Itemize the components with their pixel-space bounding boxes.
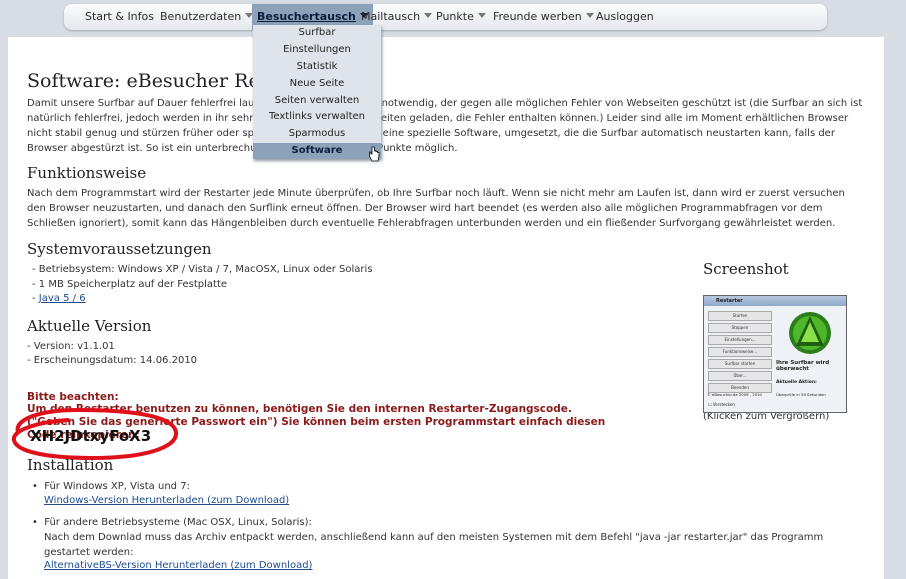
main-nav: Start & Infos Benutzerdaten Besuchertaus… (64, 4, 827, 30)
install-other-label: • Für andere Betriebsysteme (Mac OSX, Li… (32, 517, 312, 528)
dropdown-item-sparmodus[interactable]: Sparmodus (253, 126, 381, 142)
nav-start-infos[interactable]: Start & Infos (85, 4, 154, 30)
alternative-download-link[interactable]: AlternativeBS-Version Herunterladen (zum… (44, 560, 312, 571)
chevron-down-icon (477, 13, 486, 18)
nav-punkte[interactable]: Punkte (436, 4, 486, 30)
version-item: - Erscheinungsdatum: 14.06.2010 (27, 355, 198, 366)
thumb-button: Surfbar starten (708, 359, 772, 369)
java-link[interactable]: Java 5 / 6 (39, 293, 86, 304)
highlight-circle (12, 407, 178, 461)
sys-item-java: - Java 5 / 6 (32, 293, 86, 304)
screenshot-thumbnail[interactable]: Restarter Starten Stoppen Einstellungen.… (703, 295, 847, 413)
thumb-button: Über... (708, 371, 772, 381)
install-other-text: Nach dem Downlad muss das Archiv entpack… (44, 532, 824, 558)
nav-benutzerdaten[interactable]: Benutzerdaten (160, 4, 254, 30)
thumb-checkbox: ☐ Verstecken (708, 402, 735, 407)
thumb-button: Einstellungen... (708, 335, 772, 345)
thumb-button: Starten (708, 311, 772, 321)
nav-benutzerdaten-label: Benutzerdaten (160, 10, 242, 23)
dropdown-item-neue-seite[interactable]: Neue Seite (253, 76, 381, 92)
nav-freunde-werben-label: Freunde werben (493, 10, 582, 23)
funktion-text: Nach dem Programmstart wird der Restarte… (27, 188, 845, 229)
install-other-link-row: AlternativeBS-Version Herunterladen (zum… (44, 560, 312, 571)
hand-cursor-icon (369, 146, 380, 162)
chevron-down-icon (424, 13, 433, 18)
thumb-button: Funktionsweise... (708, 347, 772, 357)
dropdown-item-software[interactable]: Software (253, 143, 381, 159)
nav-besuchertausch-label: Besuchertausch (257, 10, 356, 23)
sys-item: - (32, 293, 39, 304)
nav-freunde-werben[interactable]: Freunde werben (493, 4, 594, 30)
install-win-link-row: Windows-Version Herunterladen (zum Downl… (44, 495, 289, 506)
dropdown-item-seiten-verwalten[interactable]: Seiten verwalten (253, 93, 381, 109)
sys-item: - 1 MB Speicherplatz auf der Festplatte (32, 279, 228, 290)
nav-ausloggen[interactable]: Ausloggen (596, 4, 654, 30)
version-heading: Aktuelle Version (27, 317, 152, 335)
thumb-button: Stoppen (708, 323, 772, 333)
thumb-title: Restarter (716, 298, 743, 304)
thumb-action: Aktuelle Aktion: (776, 380, 817, 385)
thumb-footer: © eBesucher.de 2009 - 2010 (707, 392, 762, 397)
windows-download-link[interactable]: Windows-Version Herunterladen (zum Downl… (44, 495, 289, 506)
dropdown-item-surfbar[interactable]: Surfbar (253, 25, 381, 41)
install-other-label-text: Für andere Betriebsysteme (Mac OSX, Linu… (44, 517, 312, 528)
restarter-logo-icon (789, 312, 831, 354)
thumb-check: Überprüfe in 59 Sekunden (776, 392, 826, 397)
funktion-heading: Funktionsweise (27, 164, 147, 182)
nav-mailtausch-label: Mailtausch (361, 10, 421, 23)
dropdown-item-textlinks-verwalten[interactable]: Textlinks verwalten (253, 109, 381, 125)
chevron-down-icon (585, 13, 594, 18)
besuchertausch-dropdown: Surfbar Einstellungen Statistik Neue Sei… (253, 25, 381, 159)
version-item: - Version: v1.1.01 (27, 341, 115, 352)
screenshot-heading: Screenshot (703, 260, 789, 278)
dropdown-item-einstellungen[interactable]: Einstellungen (253, 42, 381, 58)
install-win-label-text: Für Windows XP, Vista und 7: (44, 481, 190, 492)
install-win-label: • Für Windows XP, Vista und 7: (32, 481, 190, 492)
sys-item: - Betriebsystem: Windows XP / Vista / 7,… (32, 264, 373, 275)
install-heading: Installation (27, 456, 114, 474)
sys-heading: Systemvoraussetzungen (27, 240, 212, 258)
intro-text: Damit unsere Surfbar auf Dauer fehlerfre… (27, 98, 863, 154)
nav-punkte-label: Punkte (436, 10, 474, 23)
thumb-titlebar: Restarter (704, 296, 846, 306)
dropdown-item-statistik[interactable]: Statistik (253, 59, 381, 75)
thumb-status: Ihre Surfbar wird überwacht (776, 360, 830, 372)
thumb-checkbox-label: Verstecken (712, 402, 735, 407)
